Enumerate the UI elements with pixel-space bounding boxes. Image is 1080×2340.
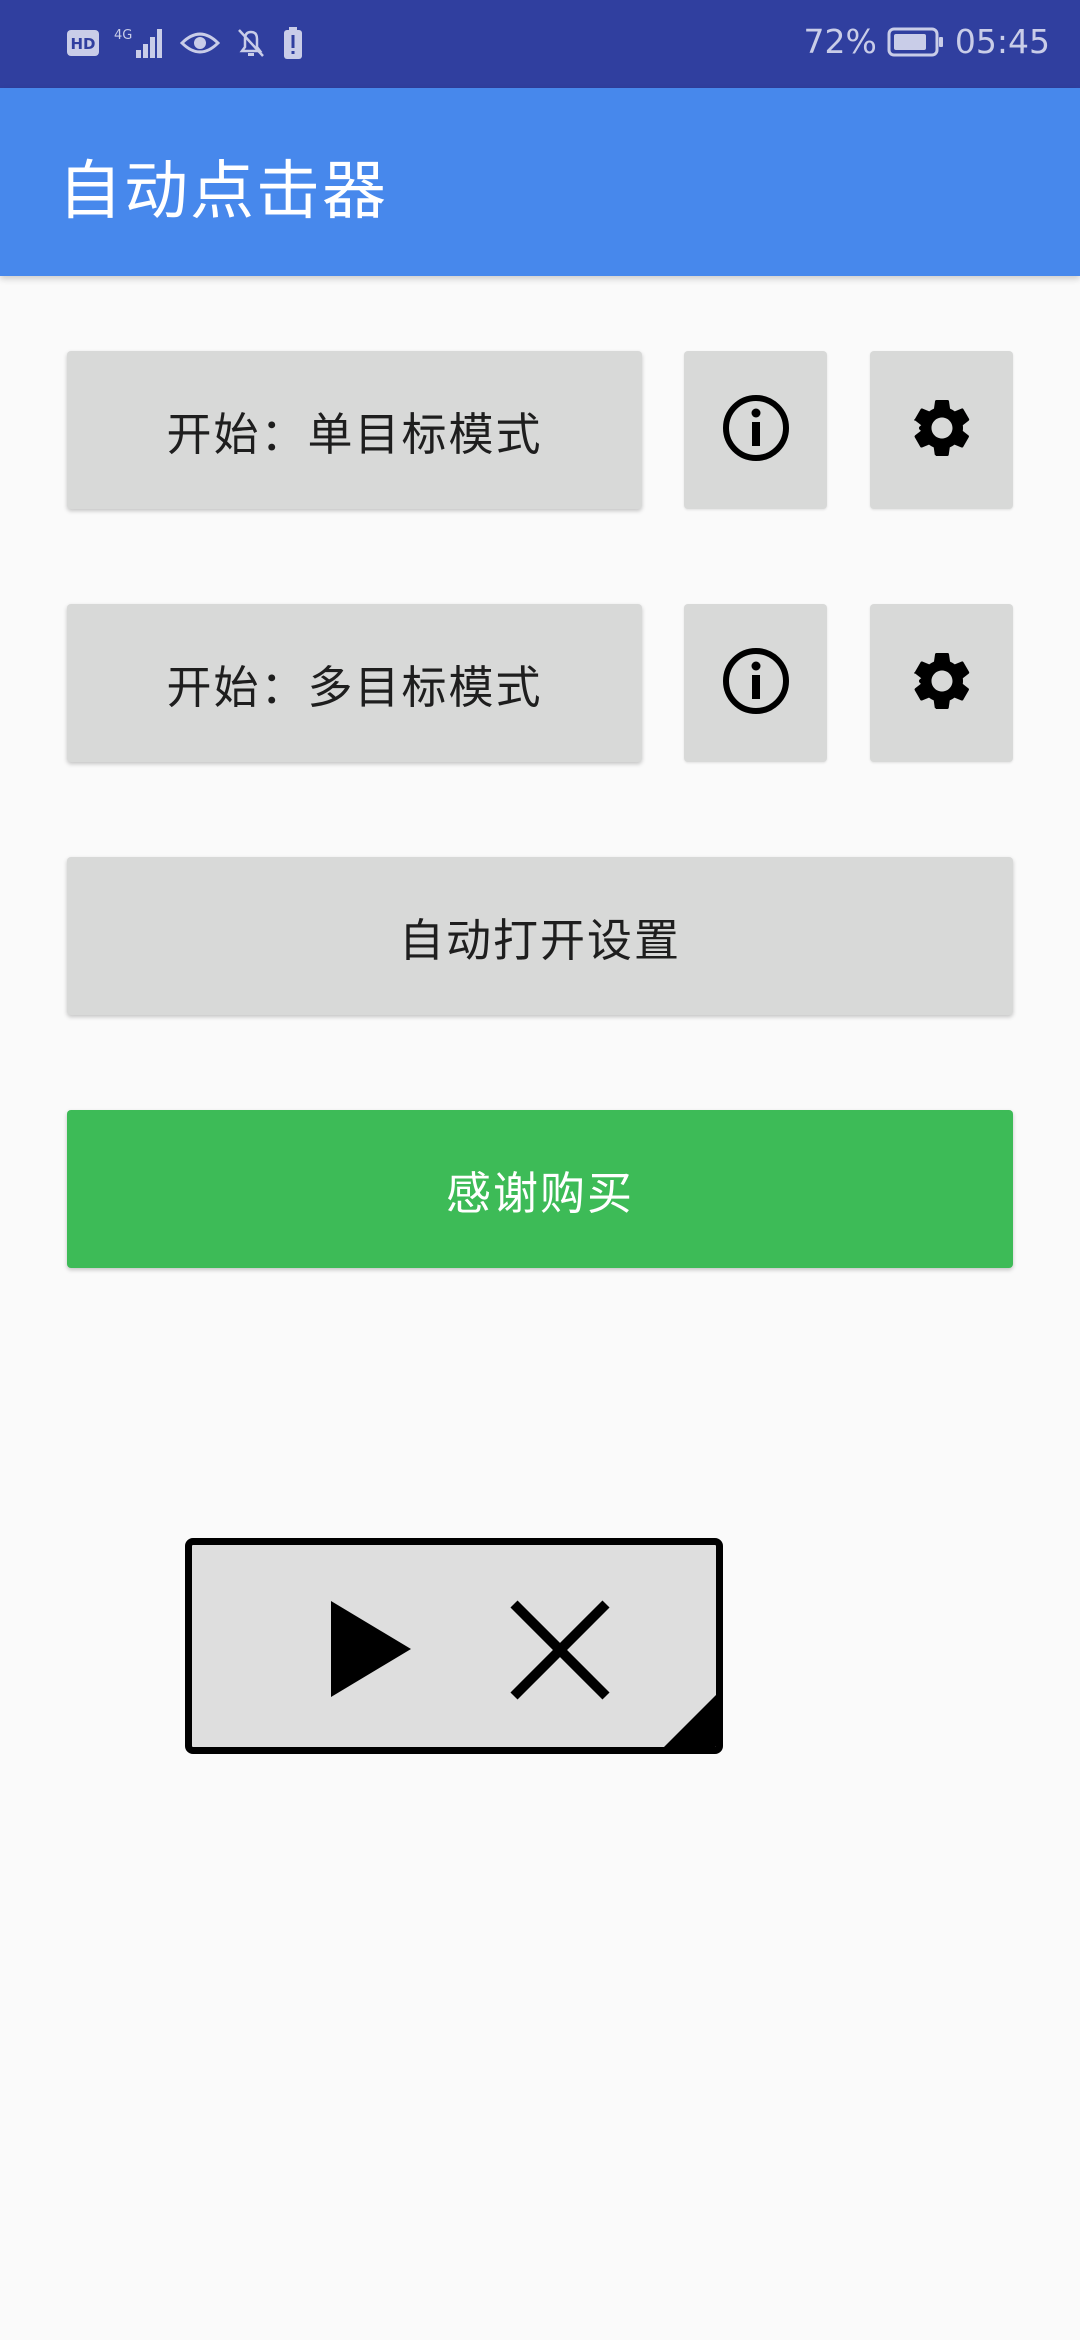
bell-off-icon [234,26,268,60]
battery-percent: 72% [803,22,877,61]
eye-icon [180,29,220,57]
info-icon [720,645,792,721]
app-bar: 自动点击器 [0,88,1080,276]
floating-control-panel[interactable] [185,1538,723,1754]
hd-label: HD [70,35,95,53]
multi-mode-settings-button[interactable] [870,604,1013,762]
network-label: 4G [114,28,132,43]
hd-icon: HD [66,29,100,57]
start-multi-target-button[interactable]: 开始：多目标模式 [67,604,642,762]
multi-mode-info-button[interactable] [684,604,827,762]
status-icons-right: 72% 05:45 [804,22,1050,61]
resize-corner-icon [664,1695,716,1747]
start-single-target-button[interactable]: 开始：单目标模式 [67,351,642,509]
play-icon [331,1601,411,1697]
close-button[interactable] [508,1598,612,1706]
auto-open-settings-button[interactable]: 自动打开设置 [67,857,1013,1015]
resize-handle[interactable] [661,1688,716,1747]
info-icon [720,392,792,468]
app-title: 自动点击器 [58,155,388,229]
single-mode-info-button[interactable] [684,351,827,509]
single-mode-settings-button[interactable] [870,351,1013,509]
gear-icon [907,646,977,720]
play-button[interactable] [331,1601,411,1701]
close-icon [510,1600,610,1700]
battery-alert-icon [282,26,304,60]
gear-icon [907,393,977,467]
thanks-purchase-button[interactable]: 感谢购买 [67,1110,1013,1268]
status-icons-left: HD 4G [66,26,304,60]
signal-icon: 4G [114,26,166,60]
battery-icon [887,27,945,57]
status-bar: HD 4G 72% 05:45 [0,0,1080,88]
clock: 05:45 [954,22,1050,61]
